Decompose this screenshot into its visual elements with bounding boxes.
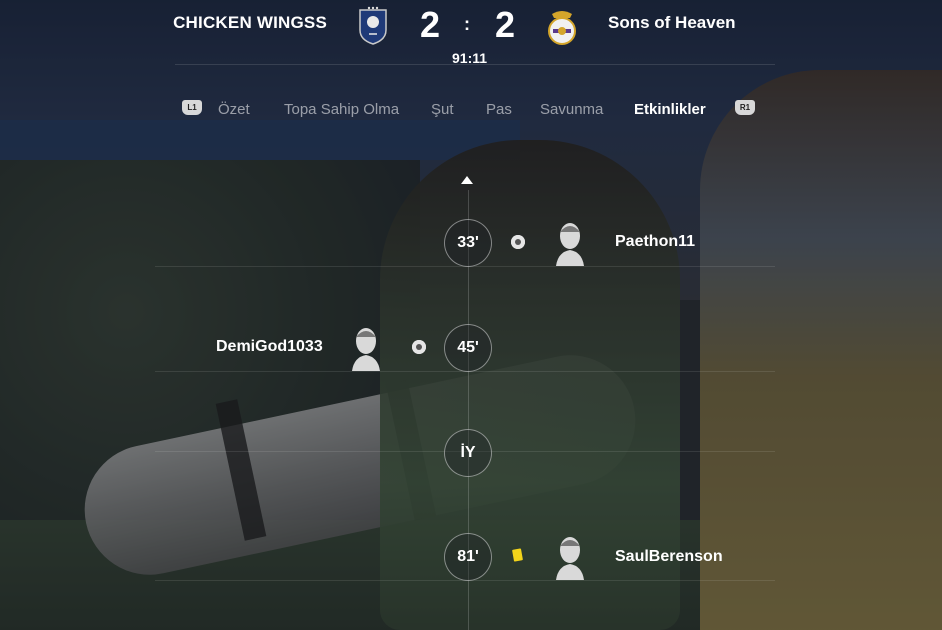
scroll-up-arrow-icon[interactable] <box>461 176 473 184</box>
event-player-name: SaulBerenson <box>615 548 723 565</box>
r1-bumper-icon[interactable]: R1 <box>735 100 755 115</box>
player-avatar-icon <box>352 328 380 371</box>
event-player-name: Paethon11 <box>615 233 696 250</box>
event-minute-badge: 45' <box>444 324 492 372</box>
goal-ball-icon <box>412 340 426 354</box>
away-team-name: Sons of Heaven <box>608 13 736 32</box>
player-avatar-icon <box>556 537 584 580</box>
home-team-crest-icon <box>359 6 387 45</box>
tab-summary[interactable]: Özet <box>218 101 250 118</box>
event-player-name: DemiGod1033 <box>216 338 323 355</box>
stats-tab-bar: L1 Özet Topa Sahip Olma Şut Pas Savunma … <box>0 100 942 120</box>
scoreboard: CHICKEN WINGSS 2 : 2 Sons of Heaven 91:1… <box>0 0 942 68</box>
away-score: 2 <box>495 4 516 45</box>
goal-ball-icon <box>511 235 525 249</box>
tab-shots[interactable]: Şut <box>431 101 454 118</box>
tab-events[interactable]: Etkinlikler <box>634 101 706 118</box>
l1-bumper-icon[interactable]: L1 <box>182 100 202 115</box>
event-minute-badge: 81' <box>444 533 492 581</box>
half-time-badge: İY <box>444 429 492 477</box>
tab-defense[interactable]: Savunma <box>540 101 603 118</box>
tab-possession[interactable]: Topa Sahip Olma <box>284 101 399 118</box>
score-separator: : <box>464 14 470 34</box>
tab-passing[interactable]: Pas <box>486 101 512 118</box>
header-divider <box>175 64 775 65</box>
yellow-card-icon <box>512 548 523 562</box>
away-team-crest-icon <box>548 11 576 45</box>
home-score: 2 <box>420 4 441 45</box>
player-avatar-icon <box>556 223 584 266</box>
home-team-name: CHICKEN WINGSS <box>173 13 327 32</box>
event-minute-badge: 33' <box>444 219 492 267</box>
